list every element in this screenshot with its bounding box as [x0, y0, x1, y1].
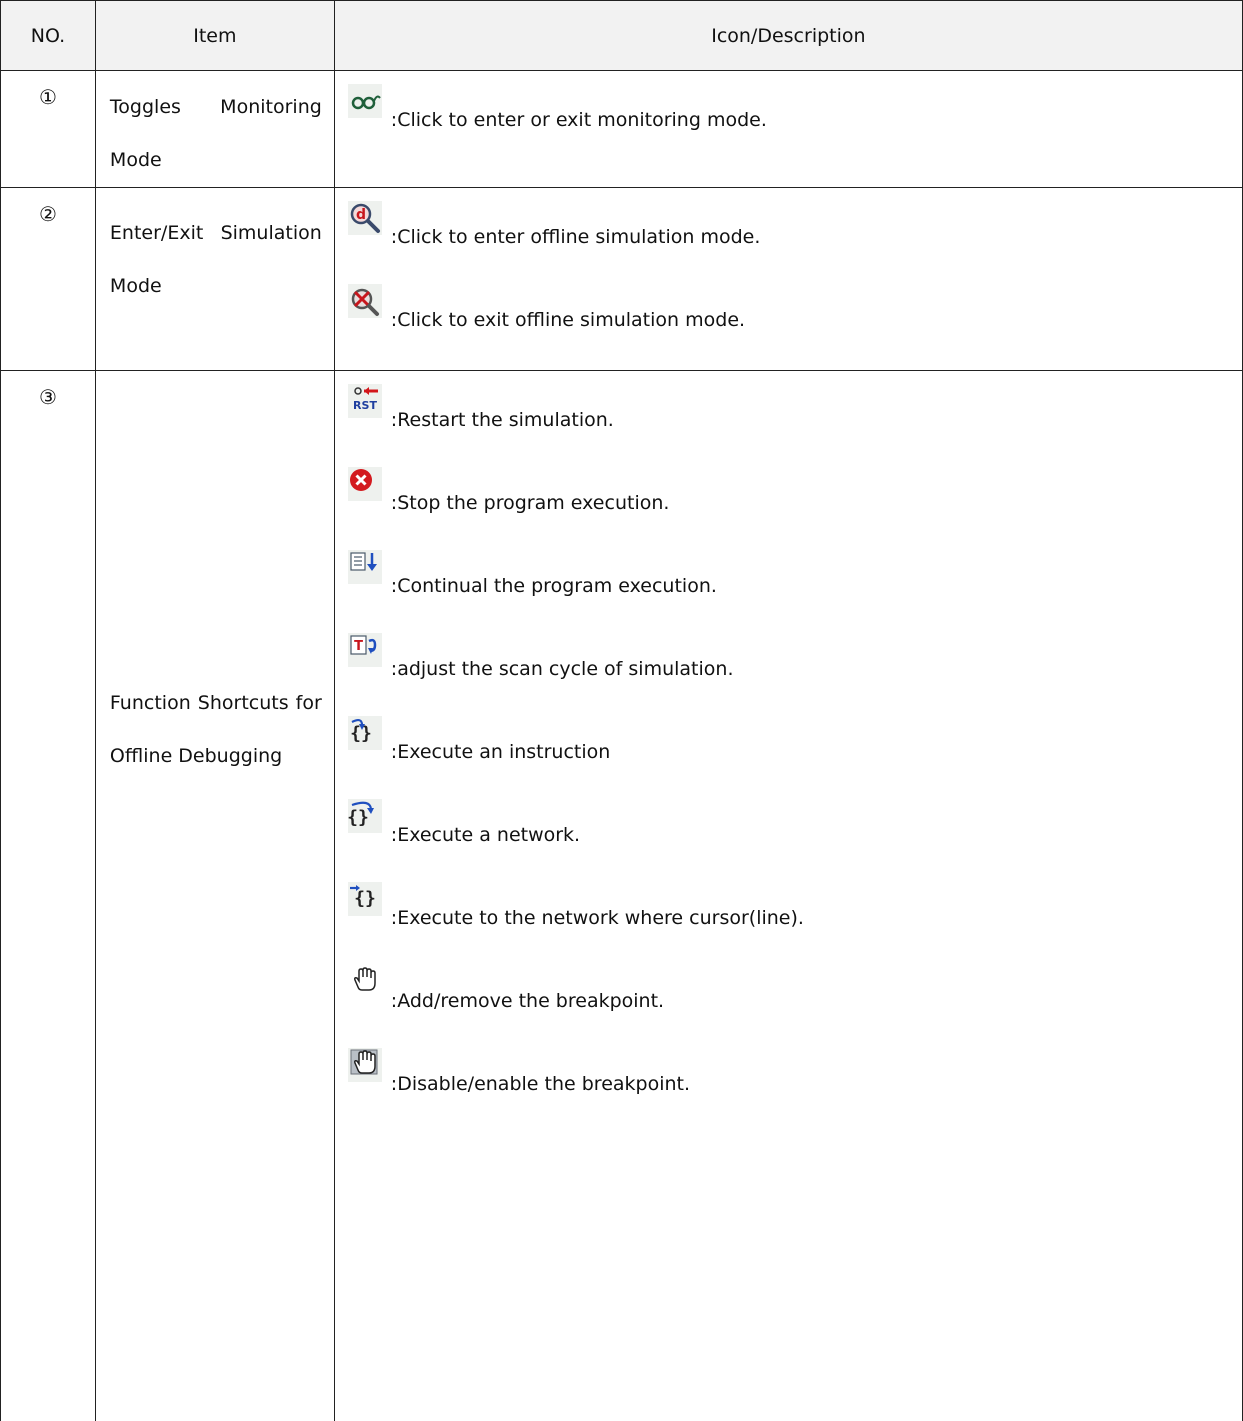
- description-text: :Execute an instruction: [391, 741, 611, 763]
- description-text: :Click to enter offline simulation mode.: [391, 226, 761, 248]
- list-item: T :adjust the scan cycle of simulation.: [335, 620, 1242, 703]
- list-item: :Click to enter or exit monitoring mode.: [335, 71, 1242, 154]
- list-item: {} :Execute a network.: [335, 786, 1242, 869]
- magnifier-cross-icon: [348, 284, 382, 318]
- row-number: ③: [1, 371, 96, 1421]
- magnifier-d-icon: d: [348, 201, 382, 235]
- item-name: Enter/Exit Simulation Mode: [95, 188, 334, 371]
- svg-text:{}: {}: [348, 807, 369, 828]
- description-cell: d :Click to enter offline simulation mod…: [334, 188, 1242, 371]
- description-cell: :Click to enter or exit monitoring mode.: [334, 71, 1242, 188]
- list-item: :Disable/enable the breakpoint.: [335, 1035, 1242, 1118]
- scan-cycle-icon: T: [348, 633, 382, 667]
- svg-text:T: T: [354, 639, 363, 654]
- description-text: :Add/remove the breakpoint.: [391, 990, 664, 1012]
- description-text: :Stop the program execution.: [391, 492, 670, 514]
- table-row: ② Enter/Exit Simulation Mode d :Click to…: [1, 188, 1243, 371]
- step-over-icon: {}: [348, 799, 382, 833]
- shortcut-table: NO. Item Icon/Description ① Toggles Moni…: [0, 0, 1243, 1421]
- list-item: :Stop the program execution.: [335, 454, 1242, 537]
- item-name: Function Shortcuts for Offline Debugging: [95, 371, 334, 1421]
- svg-text:d: d: [356, 207, 366, 223]
- list-item: d :Click to enter offline simulation mod…: [335, 188, 1242, 271]
- table-header-row: NO. Item Icon/Description: [1, 1, 1243, 71]
- stop-icon: [348, 467, 382, 501]
- description-text: :Click to exit offline simulation mode.: [391, 309, 745, 331]
- list-item: {} :Execute to the network where cursor(…: [335, 869, 1242, 952]
- description-text: :adjust the scan cycle of simulation.: [391, 658, 734, 680]
- description-cell: RST :Restart the simulation. :Stop the p…: [334, 371, 1242, 1421]
- description-text: :Execute to the network where cursor(lin…: [391, 907, 804, 929]
- table-row: ① Toggles Monitoring Mode :Click to ente…: [1, 71, 1243, 188]
- description-text: :Click to enter or exit monitoring mode.: [391, 109, 767, 131]
- row-number: ①: [1, 71, 96, 188]
- svg-text:RST: RST: [353, 399, 377, 412]
- glasses-icon: [348, 84, 382, 118]
- list-item: :Add/remove the breakpoint.: [335, 952, 1242, 1035]
- step-into-icon: {}: [348, 716, 382, 750]
- rst-icon: RST: [348, 384, 382, 418]
- description-text: :Restart the simulation.: [391, 409, 614, 431]
- header-description: Icon/Description: [334, 1, 1242, 71]
- list-item: RST :Restart the simulation.: [335, 371, 1242, 454]
- header-item: Item: [95, 1, 334, 71]
- row-number: ②: [1, 188, 96, 371]
- svg-text:{}: {}: [354, 888, 376, 909]
- description-text: :Disable/enable the breakpoint.: [391, 1073, 690, 1095]
- item-name: Toggles Monitoring Mode: [95, 71, 334, 188]
- description-text: :Continual the program execution.: [391, 575, 717, 597]
- run-to-cursor-icon: {}: [348, 882, 382, 916]
- list-item: :Continual the program execution.: [335, 537, 1242, 620]
- list-item: :Click to exit offline simulation mode.: [335, 271, 1242, 354]
- list-item: {} :Execute an instruction: [335, 703, 1242, 786]
- hand-icon: [348, 965, 382, 999]
- header-no: NO.: [1, 1, 96, 71]
- continue-icon: [348, 550, 382, 584]
- table-row: ③ Function Shortcuts for Offline Debuggi…: [1, 371, 1243, 1421]
- hand-disable-icon: [348, 1048, 382, 1082]
- description-text: :Execute a network.: [391, 824, 580, 846]
